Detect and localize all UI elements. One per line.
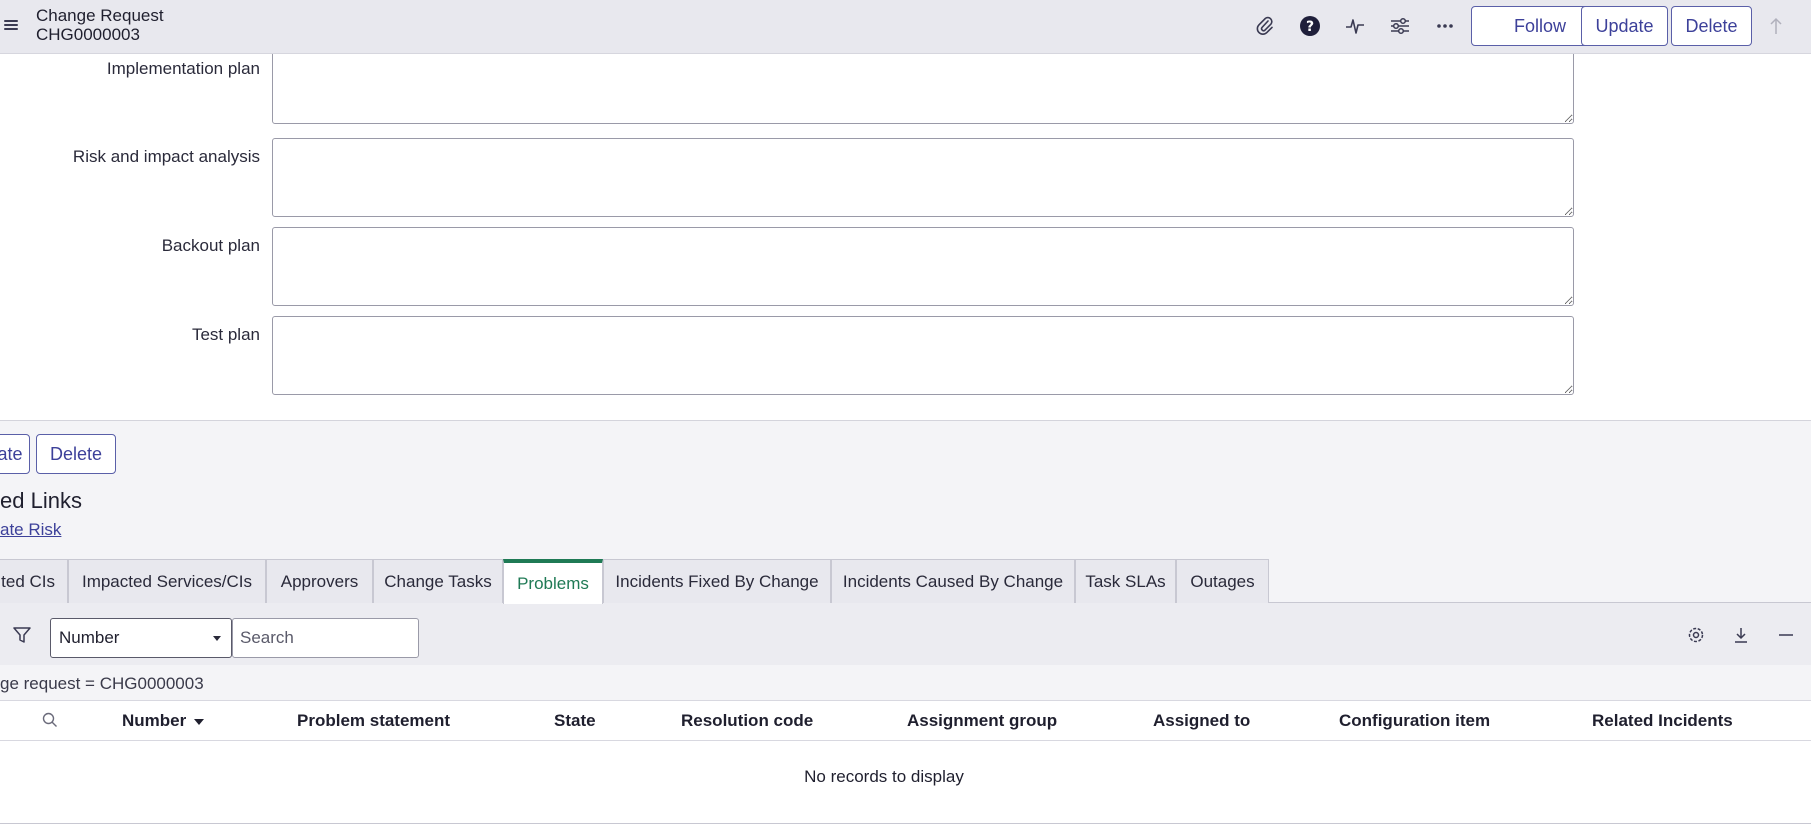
more-options-icon[interactable]: [1433, 14, 1457, 38]
paperclip-icon[interactable]: [1253, 14, 1277, 38]
column-header-related-incidents[interactable]: Related Incidents: [1592, 711, 1733, 731]
chevron-down-icon: [213, 636, 221, 641]
tab-incidents-fixed[interactable]: Incidents Fixed By Change: [603, 559, 831, 603]
column-header-problem-statement[interactable]: Problem statement: [297, 711, 450, 731]
update-button-bottom[interactable]: ate: [0, 434, 30, 474]
risk-impact-analysis-label: Risk and impact analysis: [72, 147, 260, 166]
search-field-selected-value: Number: [59, 628, 120, 647]
column-search-icon[interactable]: [42, 712, 58, 733]
activity-pulse-icon[interactable]: [1343, 14, 1367, 38]
implementation-plan-label: Implementation plan: [106, 59, 260, 78]
download-icon[interactable]: [1731, 625, 1751, 645]
gear-icon[interactable]: [1686, 625, 1706, 645]
risk-impact-analysis-field[interactable]: [272, 138, 1574, 217]
related-links-title: ed Links: [0, 488, 82, 513]
tab-outages[interactable]: Outages: [1176, 559, 1269, 603]
list-toolbar: Number: [0, 603, 1811, 665]
column-header-assigned-to[interactable]: Assigned to: [1153, 711, 1250, 731]
column-label: Number: [122, 711, 187, 730]
tab-incidents-caused[interactable]: Incidents Caused By Change: [831, 559, 1075, 603]
tab-change-tasks[interactable]: Change Tasks: [373, 559, 503, 603]
list-search-input[interactable]: [232, 618, 419, 658]
calculate-risk-link[interactable]: ate Risk: [0, 520, 61, 540]
menu-icon[interactable]: [4, 18, 18, 32]
table-header: Number Problem statement State Resolutio…: [0, 701, 1811, 741]
sort-descending-icon: [194, 718, 205, 725]
settings-sliders-icon[interactable]: [1388, 14, 1412, 38]
filter-icon[interactable]: [13, 626, 31, 649]
delete-button[interactable]: Delete: [1671, 6, 1752, 46]
tab-task-slas[interactable]: Task SLAs: [1075, 559, 1176, 603]
implementation-plan-field[interactable]: [272, 46, 1574, 124]
empty-table-message: No records to display: [804, 767, 964, 786]
scroll-to-top-icon[interactable]: [1764, 14, 1788, 38]
breadcrumb-condition[interactable]: ge request = CHG0000003: [0, 674, 204, 694]
help-icon[interactable]: ?: [1298, 14, 1322, 38]
test-plan-field[interactable]: [272, 316, 1574, 395]
backout-plan-label: Backout plan: [161, 236, 260, 255]
record-number: CHG0000003: [36, 25, 140, 44]
column-header-resolution-code[interactable]: Resolution code: [681, 711, 813, 731]
column-header-number[interactable]: Number: [122, 711, 205, 731]
column-header-assignment-group[interactable]: Assignment group: [907, 711, 1057, 731]
table-bottom-divider: [0, 823, 1811, 824]
search-field-select[interactable]: Number: [50, 618, 232, 658]
test-plan-label: Test plan: [191, 325, 260, 344]
table-body: No records to display: [0, 741, 1811, 825]
filter-breadcrumb: ge request = CHG0000003: [0, 665, 1811, 701]
collapse-icon[interactable]: [1776, 625, 1796, 645]
tab-impacted-services[interactable]: Impacted Services/CIs: [68, 559, 266, 603]
tab-problems[interactable]: Problems: [503, 559, 603, 604]
delete-button-bottom[interactable]: Delete: [36, 434, 116, 474]
backout-plan-field[interactable]: [272, 227, 1574, 306]
tab-affected-cis[interactable]: ted CIs: [0, 559, 68, 603]
record-type-title: Change Request: [36, 6, 164, 25]
column-header-state[interactable]: State: [554, 711, 596, 731]
change-request-form: Implementation plan Risk and impact anal…: [0, 46, 1811, 421]
tab-approvers[interactable]: Approvers: [266, 559, 373, 603]
record-header: Change Request CHG0000003 ? Follow Updat…: [0, 0, 1811, 54]
update-button[interactable]: Update: [1581, 6, 1668, 46]
svg-text:?: ?: [1306, 19, 1314, 35]
column-header-configuration-item[interactable]: Configuration item: [1339, 711, 1490, 731]
